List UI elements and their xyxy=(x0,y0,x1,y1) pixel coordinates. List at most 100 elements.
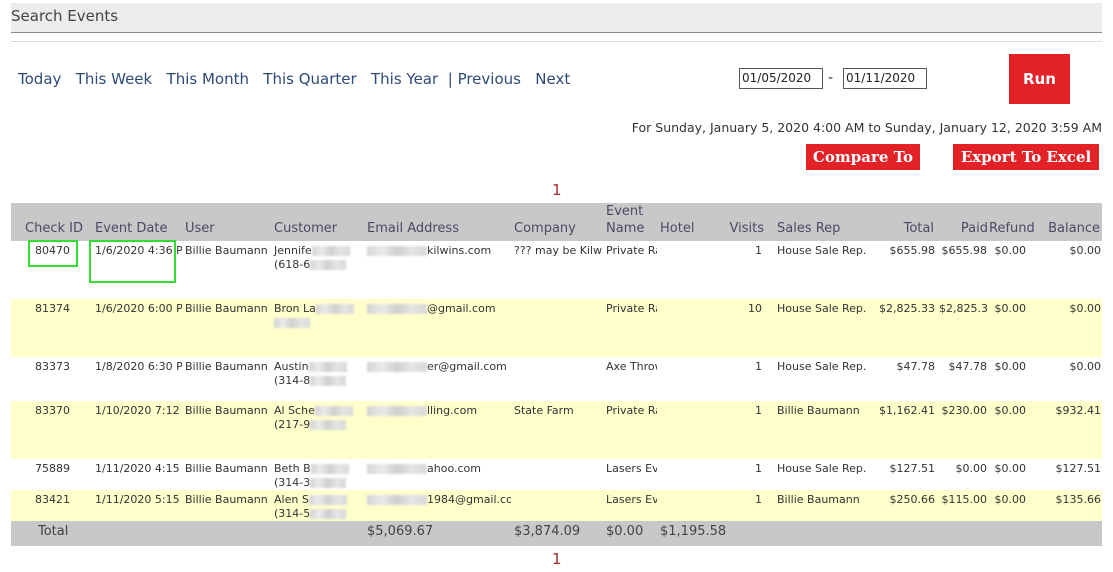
email-domain: ahoo.com xyxy=(427,462,481,475)
refund-cell: $0.00 xyxy=(988,459,1027,490)
customer-cell: Austin (314-8 xyxy=(271,357,364,401)
check-id-link[interactable]: 83370 xyxy=(11,401,92,459)
redacted-blur xyxy=(310,478,347,488)
email-domain: er@gmail.com xyxy=(427,360,507,373)
refund-cell: $0.00 xyxy=(988,490,1027,521)
check-id-link[interactable]: 83421 xyxy=(11,490,92,521)
customer-name: Alen S xyxy=(274,493,309,506)
user-cell: Billie Baumann xyxy=(182,241,271,299)
customer-phone: (217-9 xyxy=(274,418,311,431)
col-email[interactable]: Email Address xyxy=(364,203,511,241)
redacted-blur xyxy=(367,362,427,372)
email-domain: lling.com xyxy=(427,404,478,417)
refund-cell: $0.00 xyxy=(988,401,1027,459)
totals-row: Total $5,069.67 $3,874.09 $0.00 $1,195.5… xyxy=(11,521,1102,546)
visits-cell: 1 xyxy=(714,490,774,521)
col-company[interactable]: Company xyxy=(511,203,603,241)
customer-name: Beth B xyxy=(274,462,311,475)
col-paid[interactable]: Paid xyxy=(936,203,988,241)
user-cell: Billie Baumann xyxy=(182,459,271,490)
sales-rep-cell: Billie Baumann xyxy=(774,490,866,521)
table-row[interactable]: 813741/6/2020 6:00 PMBillie BaumannBron … xyxy=(11,299,1102,357)
hotel-cell xyxy=(657,299,714,357)
sales-rep-cell: House Sale Rep. xyxy=(774,241,866,299)
hotel-cell xyxy=(657,357,714,401)
table-row[interactable]: 833701/10/2020 7:12 PMBillie BaumannAl S… xyxy=(11,401,1102,459)
balance-cell: $127.51 xyxy=(1027,459,1102,490)
totals-refund: $0.00 xyxy=(603,521,657,546)
link-separator: | xyxy=(447,70,453,88)
sales-rep-cell: House Sale Rep. xyxy=(774,459,866,490)
compare-to-button[interactable]: Compare To xyxy=(806,144,920,170)
run-button[interactable]: Run xyxy=(1009,54,1070,104)
col-event-date[interactable]: Event Date xyxy=(92,203,182,241)
visits-cell: 1 xyxy=(714,459,774,490)
col-sales-rep[interactable]: Sales Rep xyxy=(774,203,866,241)
sales-rep-cell: House Sale Rep. xyxy=(774,357,866,401)
start-date-input[interactable]: 01/05/2020 xyxy=(739,68,823,89)
pagination-top-page[interactable]: 1 xyxy=(552,181,562,199)
customer-name: Jennife xyxy=(274,244,312,257)
col-hotel[interactable]: Hotel xyxy=(657,203,714,241)
col-balance[interactable]: Balance xyxy=(1027,203,1102,241)
total-cell: $655.98 xyxy=(866,241,936,299)
table-header-row: Check ID Event Date User Customer Email … xyxy=(11,203,1102,241)
event-name-cell: Lasers Event xyxy=(603,459,657,490)
redacted-blur xyxy=(310,464,349,474)
col-event-name[interactable]: Event Name xyxy=(603,203,657,241)
event-date-cell: 1/11/2020 5:15 PM xyxy=(92,490,182,521)
totals-label: Total xyxy=(11,521,92,546)
today-link[interactable]: Today xyxy=(18,70,61,88)
email-domain: 1984@gmail.com xyxy=(427,493,511,506)
previous-link[interactable]: Previous xyxy=(458,70,521,88)
check-id-link[interactable]: 83373 xyxy=(11,357,92,401)
total-cell: $250.66 xyxy=(866,490,936,521)
col-visits[interactable]: Visits xyxy=(714,203,774,241)
this-year-link[interactable]: This Year xyxy=(371,70,438,88)
paid-cell: $655.98 xyxy=(936,241,988,299)
event-date-cell: 1/11/2020 4:15 PM xyxy=(92,459,182,490)
col-customer[interactable]: Customer xyxy=(271,203,364,241)
company-cell xyxy=(511,459,603,490)
export-to-excel-button[interactable]: Export To Excel xyxy=(953,144,1099,170)
refund-cell: $0.00 xyxy=(988,241,1027,299)
pagination-bottom-page[interactable]: 1 xyxy=(552,550,562,568)
event-date-cell: 1/8/2020 6:30 PM xyxy=(92,357,182,401)
date-range-links: Today This Week This Month This Quarter … xyxy=(18,70,570,88)
customer-cell: Al Sche (217-9 xyxy=(271,401,364,459)
this-week-link[interactable]: This Week xyxy=(76,70,153,88)
this-month-link[interactable]: This Month xyxy=(167,70,249,88)
table-row[interactable]: 833731/8/2020 6:30 PMBillie BaumannAusti… xyxy=(11,357,1102,401)
company-cell: State Farm xyxy=(511,401,603,459)
customer-cell: Beth B (314-3 xyxy=(271,459,364,490)
totals-total: $5,069.67 xyxy=(364,521,511,546)
end-date-input[interactable]: 01/11/2020 xyxy=(843,68,927,89)
hotel-cell xyxy=(657,241,714,299)
user-cell: Billie Baumann xyxy=(182,401,271,459)
table-row[interactable]: 804701/6/2020 4:36 PMBillie BaumannJenni… xyxy=(11,241,1102,299)
redacted-blur xyxy=(310,260,347,270)
table-row[interactable]: 834211/11/2020 5:15 PM Billie Baumann Alen… xyxy=(11,490,1102,521)
email-cell: ahoo.com xyxy=(364,459,511,490)
check-id-link[interactable]: 75889 xyxy=(11,459,92,490)
event-date-cell: 1/6/2020 6:00 PM xyxy=(92,299,182,357)
redacted-blur xyxy=(315,304,354,314)
col-check-id[interactable]: Check ID xyxy=(11,203,92,241)
email-cell: @gmail.com xyxy=(364,299,511,357)
table-row[interactable]: 758891/11/2020 4:15 PMBillie BaumannBeth… xyxy=(11,459,1102,490)
totals-paid: $3,874.09 xyxy=(511,521,603,546)
period-description: For Sunday, January 5, 2020 4:00 AM to S… xyxy=(631,120,1102,135)
col-refund[interactable]: Refund xyxy=(988,203,1035,241)
hotel-cell xyxy=(657,490,714,521)
redacted-blur xyxy=(308,362,347,372)
this-quarter-link[interactable]: This Quarter xyxy=(263,70,356,88)
redacted-blur xyxy=(314,406,353,416)
date-dash: - xyxy=(828,70,834,86)
event-name-cell: Private Race Group Event xyxy=(603,241,657,299)
next-link[interactable]: Next xyxy=(535,70,570,88)
check-id-link[interactable]: 81374 xyxy=(11,299,92,357)
col-user[interactable]: User xyxy=(182,203,271,241)
check-id-link[interactable]: 80470 xyxy=(11,241,92,299)
col-total[interactable]: Total xyxy=(866,203,936,241)
page-title: Search Events xyxy=(11,7,119,25)
